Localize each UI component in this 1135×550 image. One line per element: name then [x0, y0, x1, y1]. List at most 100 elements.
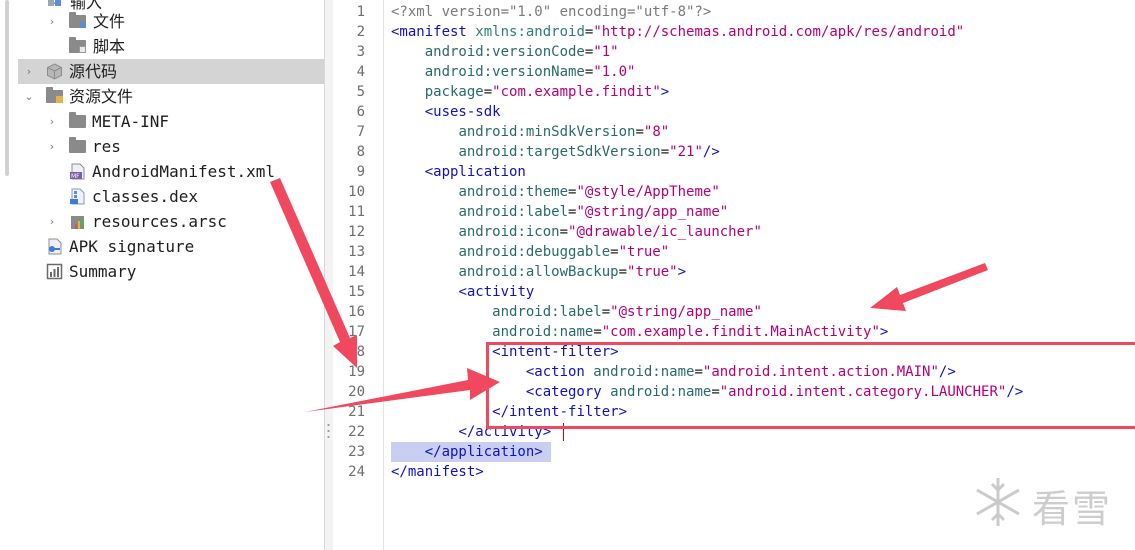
chevron-right-icon[interactable]: ›	[46, 109, 58, 134]
tree-item-label: META-INF	[92, 112, 170, 131]
chevron-down-icon[interactable]: ⌄	[23, 84, 35, 109]
code-token-plain: =	[601, 304, 611, 320]
manifest-file-icon: MF	[70, 163, 85, 180]
code-token-tag: <uses-sdk	[424, 104, 501, 120]
folder-icon	[69, 37, 86, 53]
code-line[interactable]: android:versionCode="1"	[391, 42, 619, 62]
tree-item-meta-inf[interactable]: › META-INF	[18, 109, 324, 134]
signature-icon	[48, 238, 62, 255]
code-token-val: "com.example.findit.MainActivity"	[601, 324, 880, 340]
code-line[interactable]: android:minSdkVersion="8"	[391, 122, 669, 142]
code-token-plain: =	[635, 124, 644, 140]
chevron-right-icon[interactable]: ›	[46, 134, 58, 159]
line-number: 17	[348, 324, 365, 340]
code-line[interactable]: android:allowBackup="true">	[391, 262, 686, 282]
svg-text:MF: MF	[71, 173, 80, 180]
code-token-val: "true"	[618, 244, 670, 260]
splitter-grip-icon[interactable]	[327, 422, 330, 440]
chevron-right-icon[interactable]: ›	[46, 209, 58, 234]
tree-item-apk-signature[interactable]: APK signature	[18, 234, 324, 259]
line-number: 10	[348, 184, 365, 200]
code-token-plain: =	[660, 144, 670, 160]
code-token-plain: =	[593, 324, 602, 340]
tree-item-resources-arsc[interactable]: › resources.arsc	[18, 209, 324, 234]
line-number: 21	[348, 404, 365, 420]
code-line[interactable]: </manifest>	[391, 462, 484, 482]
code-line[interactable]: package="com.example.findit">	[391, 82, 669, 102]
code-token-val: "@style/AppTheme"	[576, 184, 720, 200]
chevron-right-icon[interactable]: ›	[23, 59, 35, 84]
code-line[interactable]: <uses-sdk	[391, 102, 501, 122]
code-line[interactable]: android:label="@string/app_name"	[391, 202, 728, 222]
line-number: 15	[348, 284, 365, 300]
code-line[interactable]: <activity	[391, 282, 534, 302]
tree-item-label: resources.arsc	[92, 212, 227, 231]
annotation-highlight-box	[486, 342, 1135, 429]
code-token-plain: =	[618, 264, 628, 280]
code-token-ns: xmlns:android	[475, 24, 585, 40]
summary-icon	[46, 263, 63, 280]
line-number: 7	[356, 124, 365, 140]
code-line[interactable]: android:debuggable="true"	[391, 242, 669, 262]
tree-item-summary[interactable]: Summary	[18, 259, 324, 284]
code-token-attr: android:allowBackup	[458, 264, 619, 280]
annotation-arrow-left	[870, 263, 988, 311]
code-token-tag: />	[702, 144, 720, 160]
tree-item-resources[interactable]: ⌄ 资源文件	[18, 84, 324, 109]
code-token-tag: </application>	[424, 444, 543, 460]
code-token-attr: android:minSdkVersion	[458, 124, 636, 140]
tree-item-android-manifest[interactable]: MF AndroidManifest.xml	[18, 159, 324, 184]
code-token-val: "@drawable/ic_launcher"	[568, 224, 762, 240]
code-line[interactable]: android:targetSdkVersion="21"/>	[391, 142, 720, 162]
code-token-val: "@string/app_name"	[610, 304, 762, 320]
code-token-val: "1.0"	[593, 64, 636, 80]
code-token-val: "1"	[593, 44, 619, 60]
code-line[interactable]: <application	[391, 162, 526, 182]
dex-file-icon	[70, 188, 85, 205]
tree-item-source-code[interactable]: › 源代码	[18, 59, 324, 84]
code-token-plain: =	[559, 224, 569, 240]
tree-item-label: classes.dex	[92, 187, 198, 206]
line-number: 23	[348, 444, 365, 460]
code-line[interactable]: </application>	[391, 442, 543, 462]
tree-item-classes-dex[interactable]: classes.dex	[18, 184, 324, 209]
code-line[interactable]: <manifest xmlns:android="http://schemas.…	[391, 22, 964, 42]
code-token-val: "21"	[669, 144, 703, 160]
tree-item-label: 资源文件	[69, 87, 134, 106]
tree-scrollbar[interactable]	[5, 0, 9, 176]
tree-item-label: 脚本	[93, 37, 126, 56]
code-line[interactable]: android:versionName="1.0"	[391, 62, 636, 82]
tree-item-res[interactable]: › res	[18, 134, 324, 159]
watermark-text: 看雪	[1032, 487, 1113, 531]
line-number: 6	[356, 104, 365, 120]
code-token-tag: <activity	[458, 284, 535, 300]
code-line[interactable]: android:theme="@style/AppTheme"	[391, 182, 720, 202]
line-number: 1	[356, 4, 365, 20]
code-token-attr: package	[424, 84, 484, 100]
tree-item-label: 文件	[93, 12, 126, 31]
code-line[interactable]: android:name="com.example.findit.MainAct…	[391, 322, 888, 342]
code-line[interactable]: <?xml version="1.0" encoding="utf-8"?>	[391, 2, 711, 22]
line-number: 20	[348, 384, 365, 400]
tree-item-files[interactable]: › 文件	[18, 9, 324, 34]
chevron-right-icon[interactable]: ›	[46, 9, 58, 34]
tree-item-scripts[interactable]: 脚本	[18, 34, 324, 59]
code-token-decl: <?xml version="1.0" encoding="utf-8"?>	[391, 4, 712, 20]
panel-splitter[interactable]	[325, 0, 333, 550]
line-number: 11	[348, 204, 365, 220]
code-token-attr: android:versionName	[424, 64, 585, 80]
folder-icon	[69, 137, 86, 153]
code-token-tag: </manifest>	[391, 464, 484, 480]
code-line[interactable]: android:icon="@drawable/ic_launcher"	[391, 222, 762, 242]
code-token-attr: android:name	[492, 324, 594, 340]
code-line[interactable]: android:label="@string/app_name"	[391, 302, 762, 322]
